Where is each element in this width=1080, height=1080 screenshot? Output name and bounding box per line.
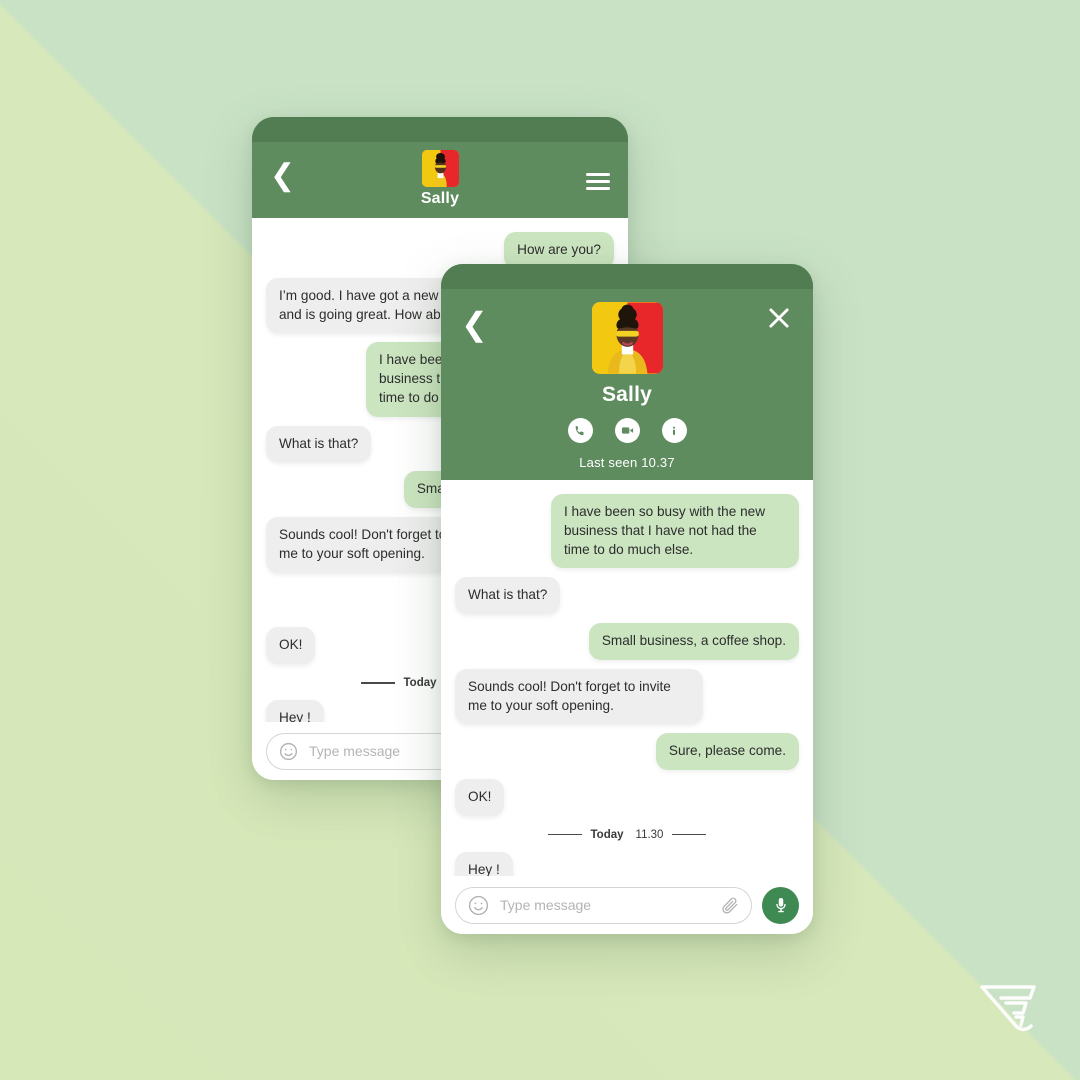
messages-container-front: I have been so busy with the new busines…	[455, 494, 799, 816]
message-bubble-incoming[interactable]: Hey !	[455, 851, 513, 877]
chat-header-back: ❮ Sally	[252, 117, 628, 218]
message-bubble-incoming[interactable]: What is that?	[266, 425, 372, 463]
microphone-button[interactable]	[762, 886, 799, 924]
message-bubble-incoming[interactable]: OK!	[455, 779, 505, 816]
emoji-smiley-icon[interactable]	[278, 741, 299, 762]
message-list-front[interactable]: I have been so busy with the new busines…	[441, 480, 813, 877]
message-row: Sounds cool! Don't forget to invite me t…	[455, 668, 799, 725]
divider-line-left	[360, 682, 395, 684]
video-camera-icon[interactable]	[614, 418, 640, 443]
message-row: I have been so busy with the new busines…	[455, 494, 799, 569]
message-input-front[interactable]: Type message	[455, 886, 752, 924]
message-bubble-outgoing[interactable]: Sure, please come.	[655, 733, 799, 770]
message-row: Small business, a coffee shop.	[455, 623, 799, 660]
message-row: What is that?	[455, 577, 799, 614]
contact-actions	[567, 418, 687, 443]
message-bubble-incoming[interactable]: Sounds cool! Don't forget to invite me t…	[455, 668, 703, 725]
screenshot-canvas: ❮ Sally How are you? I’m good. I have go…	[0, 0, 1080, 1080]
messages-container-front-after: Hey !Where are you?	[455, 851, 799, 877]
contact-name: Sally	[601, 383, 653, 406]
hamburger-menu-icon[interactable]	[586, 173, 610, 190]
info-icon[interactable]	[661, 418, 687, 443]
last-seen-status: Last seen 10.37	[579, 455, 675, 470]
divider-time: 11.30	[635, 828, 664, 841]
message-bubble-incoming[interactable]: What is that?	[455, 577, 561, 614]
message-row: Sure, please come.	[455, 733, 799, 770]
avatar[interactable]	[421, 150, 459, 187]
message-input-placeholder: Type message	[500, 897, 592, 913]
phone-call-icon[interactable]	[567, 418, 593, 443]
message-row: OK!	[455, 779, 799, 816]
divider-day: Today	[590, 828, 624, 841]
message-bubble-outgoing[interactable]: Small business, a coffee shop.	[588, 623, 799, 660]
paperclip-icon[interactable]	[720, 895, 740, 915]
message-bubble-outgoing[interactable]: I have been so busy with the new busines…	[551, 494, 799, 569]
back-button[interactable]: ❮	[461, 308, 488, 340]
contact-name: Sally	[420, 190, 460, 207]
brand-f-logo-icon	[976, 980, 1040, 1042]
emoji-smiley-icon[interactable]	[467, 894, 490, 917]
message-row: Hey !	[455, 851, 799, 877]
message-bubble-incoming[interactable]: OK!	[266, 627, 316, 664]
status-bar-strip	[441, 264, 813, 289]
status-bar-strip	[252, 117, 628, 142]
date-divider: Today 11.30	[455, 829, 799, 841]
divider-day: Today	[403, 677, 437, 689]
close-icon[interactable]	[765, 304, 793, 332]
avatar[interactable]	[591, 302, 663, 374]
message-composer-front: Type message	[441, 876, 813, 934]
back-button[interactable]: ❮	[270, 161, 295, 191]
chat-window-front: ❮ Sally Last seen 10.37 I have been so b…	[441, 264, 813, 934]
contact-profile-header: ❮ Sally Last seen 10.37	[441, 264, 813, 480]
divider-line-left	[547, 834, 582, 836]
divider-line-right	[672, 834, 707, 836]
